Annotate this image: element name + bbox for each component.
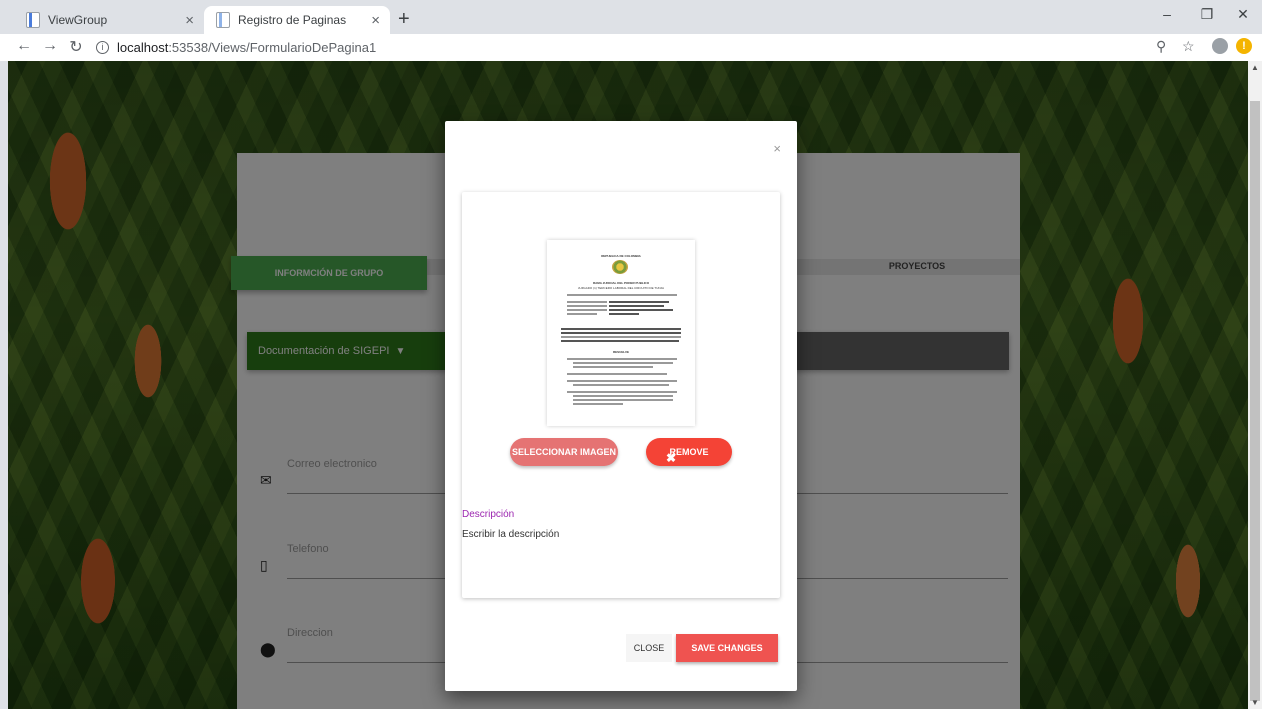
description-input[interactable]: Escribir la descripción: [462, 529, 559, 540]
bookmark-star-icon[interactable]: ☆: [1182, 38, 1195, 55]
close-icon[interactable]: ×: [773, 141, 781, 156]
page-scrollbar[interactable]: ▲ ▼: [1248, 61, 1262, 709]
image-modal: × REPUBLICA DE COLOMBIA RAMA JUDICIAL DE…: [445, 121, 797, 691]
browser-tab-registro[interactable]: Registro de Paginas ×: [204, 6, 390, 34]
coat-of-arms-seal: [612, 260, 628, 274]
doc-subheading: RAMA JUDICIAL DEL PODER PUBLICO: [592, 281, 650, 285]
doc-text-line: [567, 358, 677, 360]
close-button[interactable]: CLOSE: [626, 634, 672, 662]
doc-text-line: [567, 391, 677, 393]
reload-icon[interactable]: ↻: [66, 37, 86, 57]
doc-text-line: [567, 305, 607, 307]
window-close-icon[interactable]: ✕: [1228, 6, 1258, 23]
doc-text-line: [567, 373, 667, 375]
document-preview-image: REPUBLICA DE COLOMBIA RAMA JUDICIAL DEL …: [547, 240, 695, 426]
url-path: :53538/Views/FormularioDePagina1: [168, 39, 377, 55]
tab-title: ViewGroup: [48, 13, 108, 27]
back-icon[interactable]: ←: [14, 37, 34, 55]
minimize-icon[interactable]: –: [1152, 6, 1182, 22]
doc-text-line: [561, 328, 681, 330]
page-icon: [216, 12, 230, 28]
address-bar[interactable]: i localhost:53538/Views/FormularioDePagi…: [96, 36, 1146, 58]
scroll-down-icon[interactable]: ▼: [1251, 698, 1259, 707]
select-image-button[interactable]: SELECCIONAR IMAGEN: [510, 438, 618, 466]
doc-resuelve: RESUELVE: [613, 350, 629, 354]
doc-text-line: [573, 399, 673, 401]
doc-heading: REPUBLICA DE COLOMBIA: [601, 254, 641, 258]
description-label: Descripción: [462, 509, 515, 520]
info-icon[interactable]: i: [96, 40, 109, 54]
browser-toolbar: ← → ↻ i localhost:53538/Views/Formulario…: [0, 34, 1262, 61]
restore-icon[interactable]: ❐: [1192, 6, 1222, 23]
doc-text-line: [567, 301, 607, 303]
tab-title: Registro de Paginas: [238, 13, 347, 27]
doc-text-line: [573, 395, 673, 397]
doc-text-line: [609, 301, 669, 303]
zoom-icon[interactable]: ⚲: [1156, 38, 1166, 55]
doc-text-line: [573, 362, 673, 364]
scrollbar-thumb[interactable]: [1250, 101, 1260, 701]
close-icon[interactable]: ×: [185, 12, 194, 29]
doc-text-line: [567, 380, 677, 382]
doc-text-line: [561, 336, 681, 338]
doc-text-line: [573, 366, 653, 368]
doc-text-line: [573, 384, 669, 386]
doc-text-line: [609, 305, 664, 307]
doc-text-line: [609, 309, 673, 311]
save-changes-button[interactable]: SAVE CHANGES: [676, 634, 778, 662]
browser-tab-viewgroup[interactable]: ViewGroup ×: [14, 6, 204, 34]
close-icon[interactable]: ×: [371, 12, 380, 29]
upload-panel: REPUBLICA DE COLOMBIA RAMA JUDICIAL DEL …: [462, 192, 780, 598]
extension-icon[interactable]: [1212, 38, 1228, 54]
doc-text-line: [567, 309, 607, 311]
forward-icon[interactable]: →: [40, 37, 60, 55]
doc-text-line: [609, 313, 639, 315]
url-host: localhost: [117, 39, 169, 55]
doc-text-line: [573, 403, 623, 405]
doc-text-line: [567, 294, 677, 296]
doc-text-line: [561, 332, 681, 334]
browser-tab-strip: ViewGroup × Registro de Paginas × + – ❐ …: [0, 0, 1262, 34]
remove-x-icon: ✖: [666, 451, 677, 465]
new-tab-icon[interactable]: +: [398, 8, 410, 31]
doc-court: JUZGADO (1) TERCERO LABORAL DEL CIRCUITO…: [577, 286, 665, 290]
doc-text-line: [561, 340, 679, 342]
notification-icon[interactable]: !: [1236, 38, 1252, 54]
scroll-up-icon[interactable]: ▲: [1251, 63, 1259, 72]
doc-text-line: [567, 313, 597, 315]
remove-button[interactable]: REMOVE ✖: [646, 438, 732, 466]
page-icon: [26, 12, 40, 28]
